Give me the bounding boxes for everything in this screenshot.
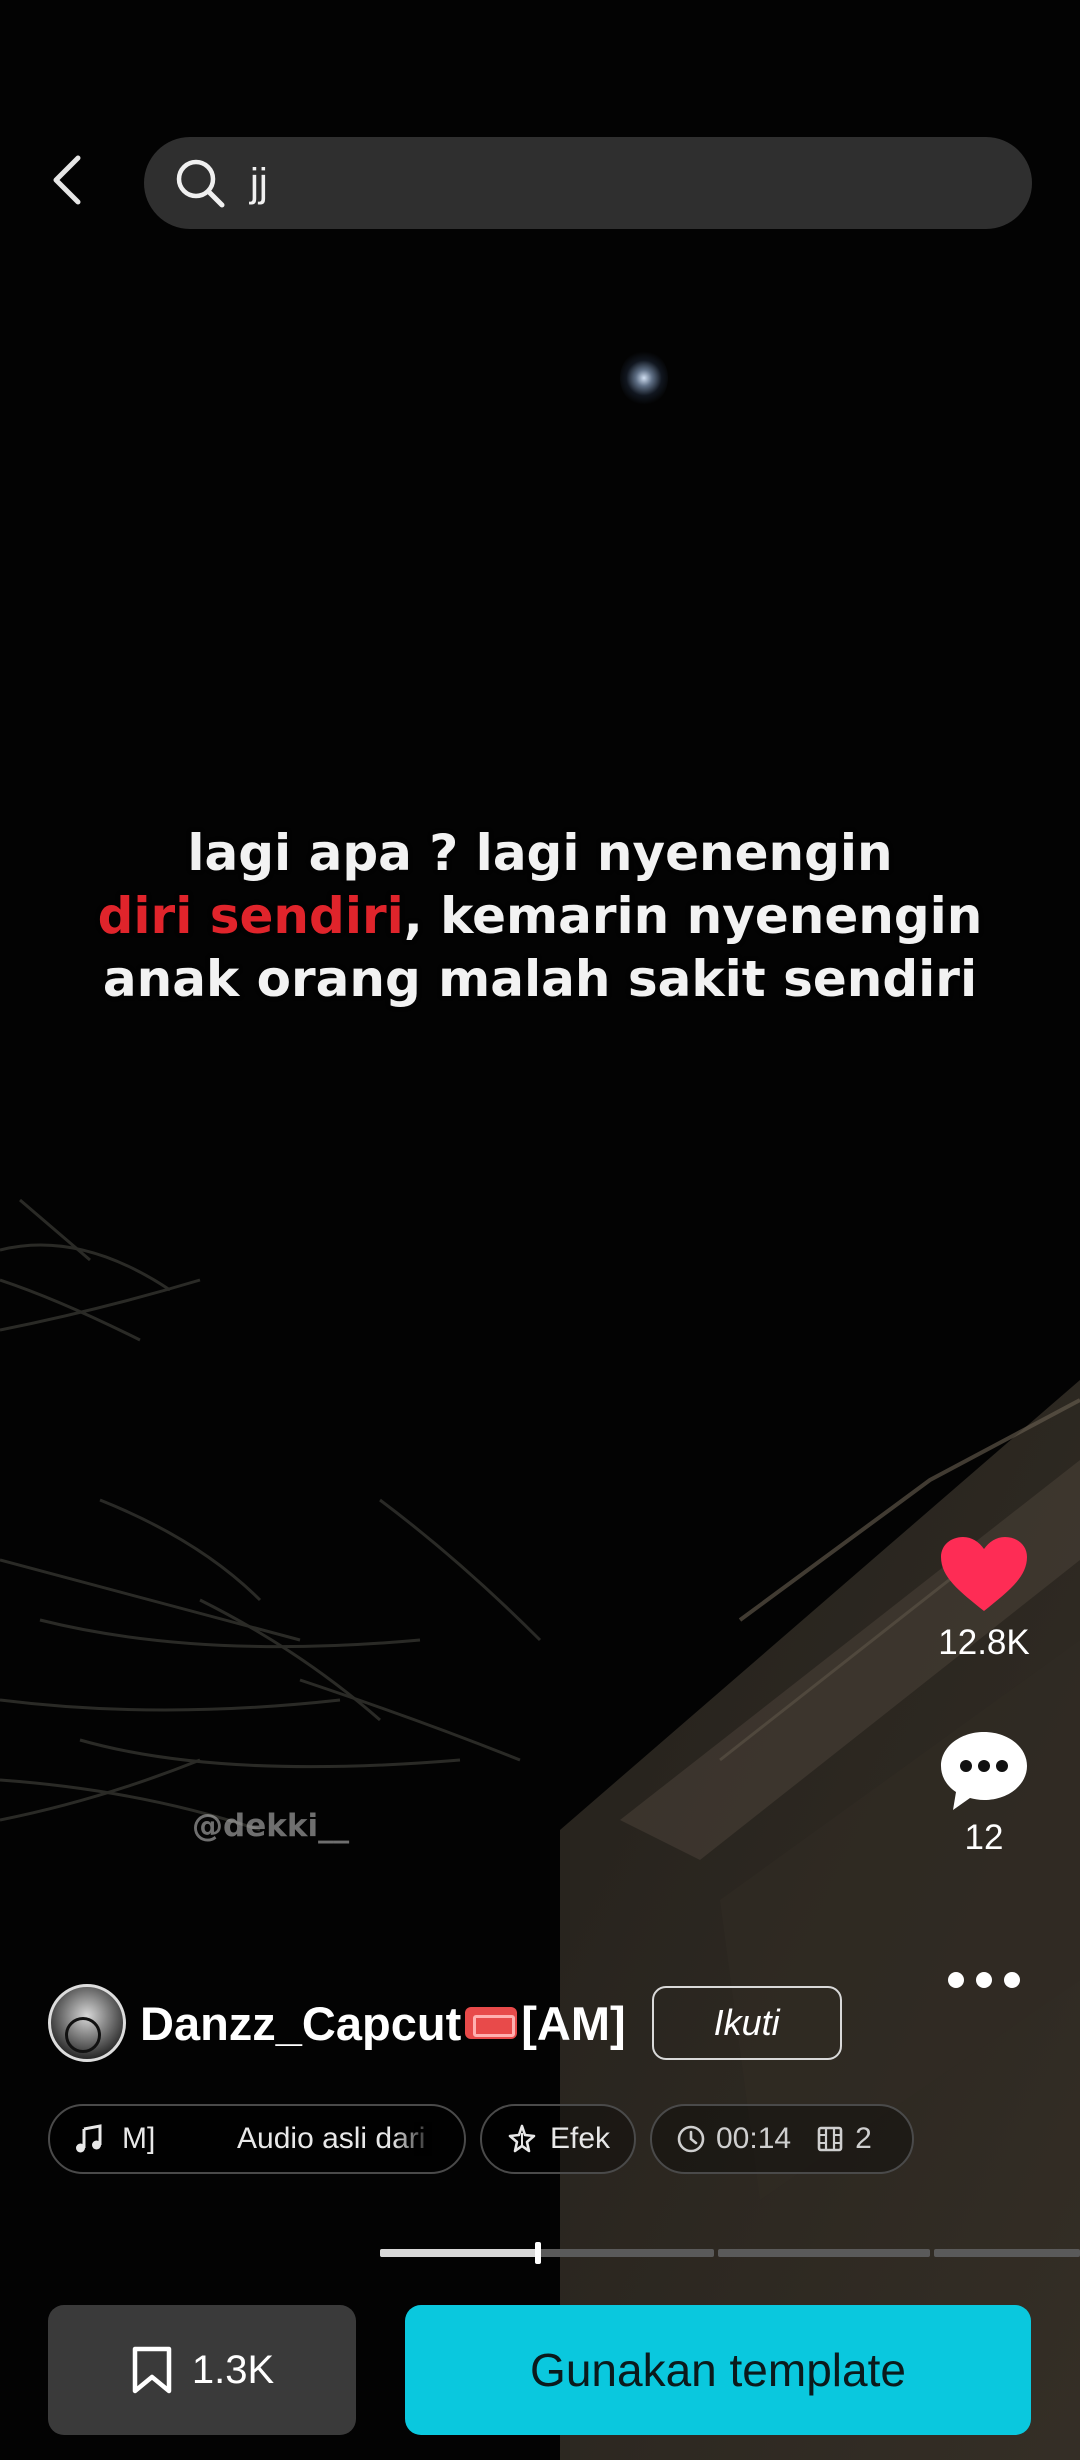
author-name-suffix: [AM] [521, 1996, 626, 2050]
use-template-button[interactable]: Gunakan template [405, 2305, 1031, 2435]
duration-clips-chip: 00:14 2 [650, 2104, 914, 2174]
more-dots-icon [948, 1972, 1020, 1988]
moon [620, 350, 668, 406]
clock-icon [677, 2125, 705, 2153]
template-clip-count: 2 [855, 2122, 872, 2155]
template-info-chips: M] Audio asli dari Efek 00:14 2 [48, 2104, 914, 2174]
effect-chip[interactable]: Efek [480, 2104, 636, 2174]
like-button[interactable]: 12.8K [914, 1535, 1054, 1663]
audio-chip[interactable]: M] Audio asli dari [48, 2104, 466, 2174]
author-avatar[interactable] [48, 1984, 126, 2062]
bookmark-icon [132, 2346, 172, 2394]
chevron-left-icon [53, 155, 81, 205]
follow-button[interactable]: Ikuti [651, 1986, 842, 2060]
progress-segment [718, 2249, 930, 2257]
effect-label: Efek [549, 2122, 610, 2155]
film-clips-icon [817, 2126, 843, 2152]
video-caption: lagi apa ? lagi nyenengin diri sendiri, … [60, 822, 1020, 1011]
progress-segment [380, 2249, 714, 2257]
caption-highlight: diri sendiri [97, 887, 404, 945]
comment-count: 12 [964, 1818, 1004, 1857]
video-progress-bar[interactable] [380, 2242, 1080, 2264]
music-note-icon [76, 2124, 102, 2153]
progress-scrubber-handle[interactable] [535, 2242, 541, 2264]
comment-bubble-icon [941, 1732, 1027, 1810]
effect-sparkle-icon [508, 2124, 536, 2153]
like-count: 12.8K [938, 1623, 1030, 1662]
audio-title: M] Audio asli dari [122, 2122, 432, 2156]
video-scenery [0, 1198, 1080, 2460]
author-name[interactable]: Danzz_Capcut [AM] [140, 1996, 626, 2051]
search-icon [174, 157, 226, 209]
save-template-button[interactable]: 1.3K [48, 2305, 356, 2435]
more-options-button[interactable] [914, 1965, 1054, 1995]
ticket-emoji-icon [465, 2007, 518, 2039]
progress-segment-fill [380, 2249, 537, 2257]
save-count: 1.3K [191, 2347, 275, 2392]
template-duration: 00:14 [716, 2122, 792, 2155]
caption-line-2-rest: , kemarin nyenengin [403, 887, 983, 945]
search-query[interactable]: jj [250, 161, 268, 206]
video-watermark: @dekki__ [192, 1808, 350, 1844]
progress-segment [934, 2249, 1080, 2257]
author-name-text: Danzz_Capcut [140, 1996, 462, 2050]
author-row: Danzz_Capcut [AM] Ikuti [48, 1983, 842, 2063]
audio-title-text: M] Audio asli dari [122, 2122, 426, 2155]
heart-icon [941, 1537, 1027, 1611]
caption-line-3: anak orang malah sakit sendiri [102, 950, 978, 1008]
back-button[interactable] [40, 148, 96, 212]
video-player[interactable]: lagi apa ? lagi nyenengin diri sendiri, … [0, 0, 1080, 2460]
comment-button[interactable]: 12 [914, 1728, 1054, 1858]
caption-line-2: diri sendiri, kemarin nyenengin [60, 885, 1020, 948]
search-bar[interactable]: jj [144, 137, 1032, 229]
caption-line-1: lagi apa ? lagi nyenengin [187, 824, 893, 882]
